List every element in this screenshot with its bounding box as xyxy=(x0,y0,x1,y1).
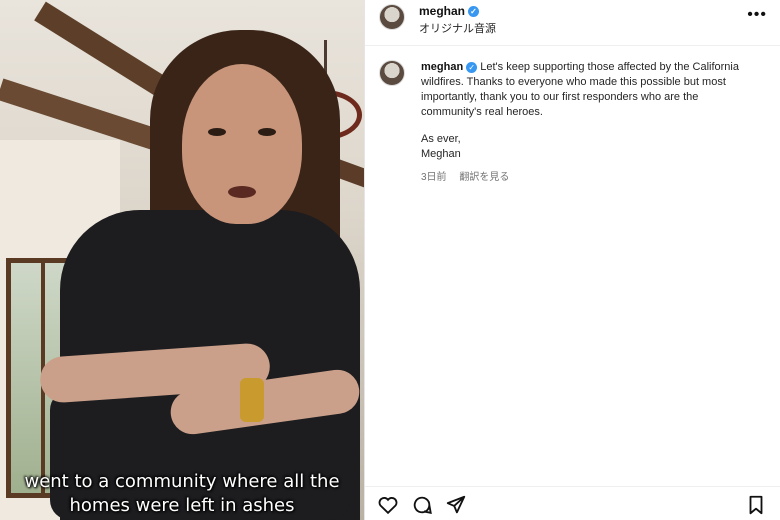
video-subtitle: went to a community where all the homes … xyxy=(24,471,340,516)
face xyxy=(182,64,302,224)
post-sidebar: meghan ✓ オリジナル音源 ••• meghan ✓ Let's keep s… xyxy=(364,0,780,520)
post-meta: 3日前 翻訳を見る xyxy=(421,170,761,185)
caption-text: meghan ✓ Let's keep supporting those affe… xyxy=(421,60,761,185)
bracelet xyxy=(240,378,264,422)
comment-icon[interactable] xyxy=(411,494,433,516)
video-player[interactable]: went to a community where all the homes … xyxy=(0,0,364,520)
more-options-icon[interactable]: ••• xyxy=(747,6,767,24)
timestamp[interactable]: 3日前 xyxy=(421,172,447,183)
speaker xyxy=(38,30,363,520)
eye xyxy=(258,128,276,136)
post-header: meghan ✓ オリジナル音源 ••• xyxy=(365,0,780,46)
header-username[interactable]: meghan ✓ xyxy=(419,4,480,18)
action-bar xyxy=(365,486,780,520)
bookmark-icon[interactable] xyxy=(745,494,767,516)
avatar[interactable] xyxy=(379,60,405,86)
mouth xyxy=(228,186,256,198)
signoff-line-1: As ever, xyxy=(421,133,461,145)
share-icon[interactable] xyxy=(445,494,467,516)
audio-link[interactable]: オリジナル音源 xyxy=(419,20,496,36)
instagram-post-window: went to a community where all the homes … xyxy=(0,0,780,520)
caption-username[interactable]: meghan xyxy=(421,61,463,73)
heart-icon[interactable] xyxy=(377,494,399,516)
eye xyxy=(208,128,226,136)
signoff: As ever, Meghan xyxy=(421,132,761,162)
avatar[interactable] xyxy=(379,4,405,30)
translate-link[interactable]: 翻訳を見る xyxy=(459,172,509,183)
verified-badge-icon: ✓ xyxy=(466,61,478,73)
header-username-text[interactable]: meghan xyxy=(419,4,465,18)
signoff-line-2: Meghan xyxy=(421,148,461,160)
verified-badge-icon: ✓ xyxy=(468,6,480,18)
